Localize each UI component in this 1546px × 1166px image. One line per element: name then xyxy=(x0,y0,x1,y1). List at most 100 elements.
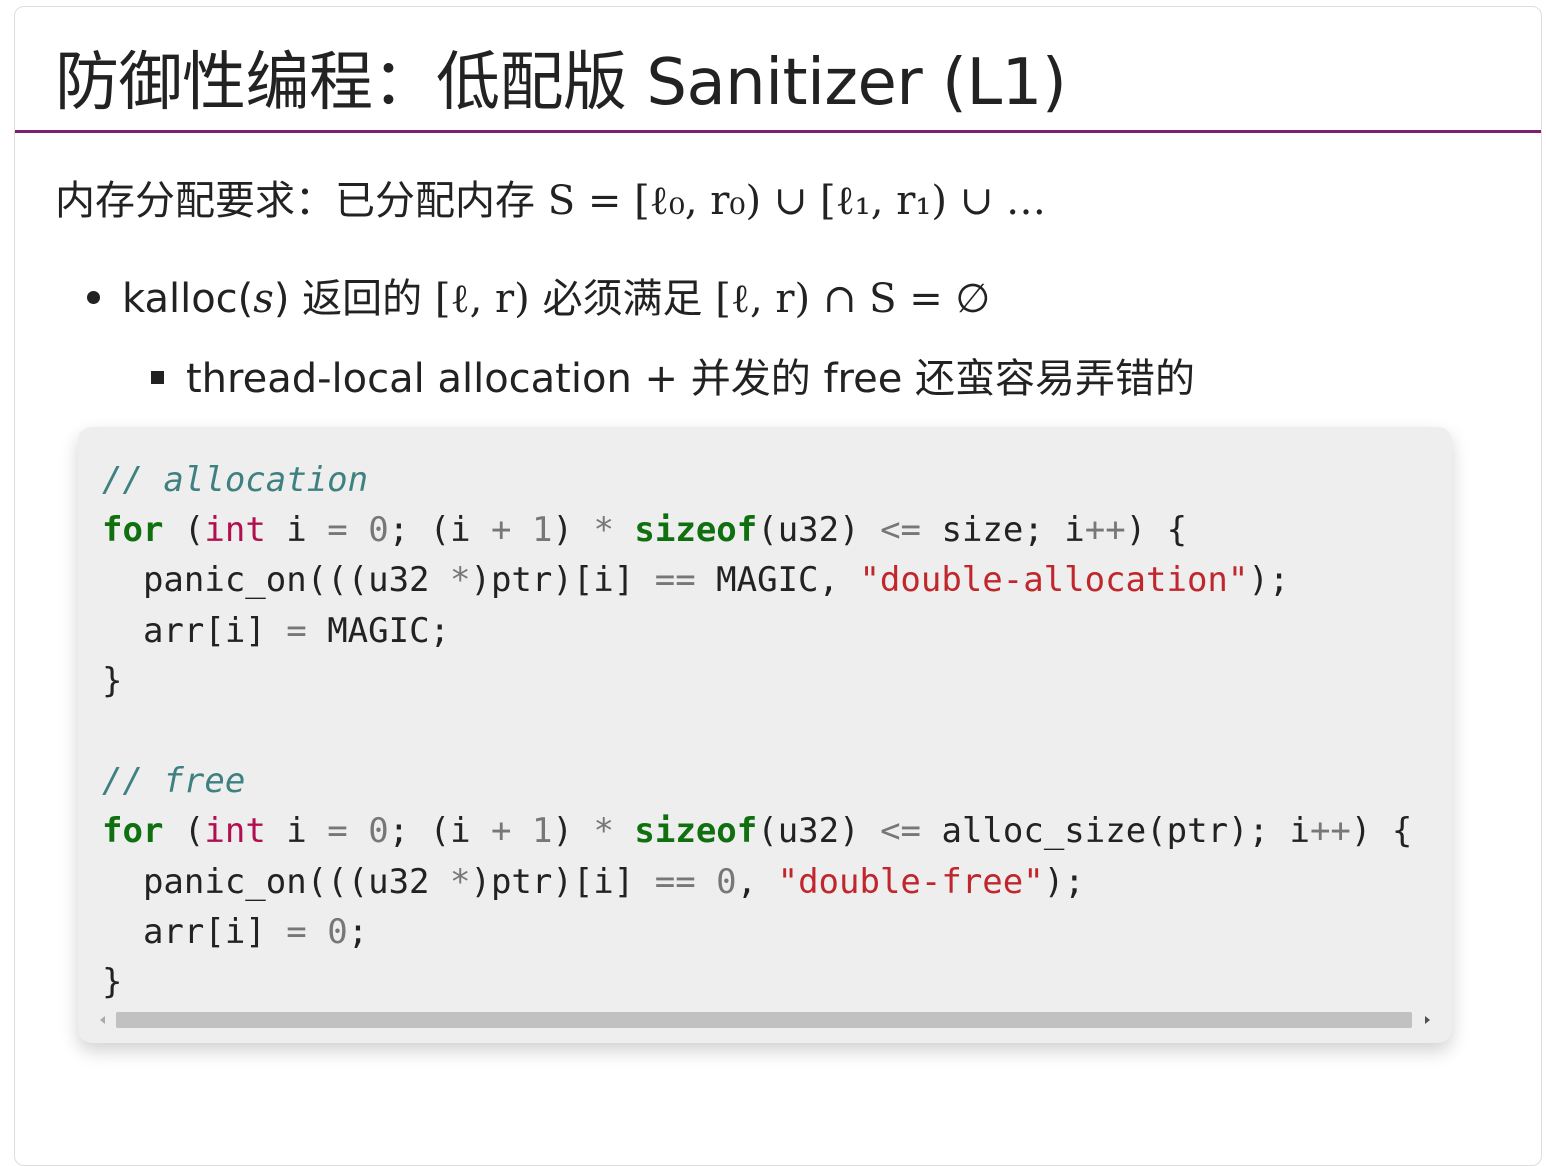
code-token: 1 xyxy=(532,510,553,551)
code-token: = xyxy=(286,911,307,952)
code-token: = xyxy=(327,811,348,852)
code-token: "double-allocation" xyxy=(859,560,1249,601)
code-token: <= xyxy=(880,510,922,551)
bullet-dot-icon xyxy=(87,290,100,304)
code-line: panic_on(((u32 *)ptr)[i] == 0, "double-f… xyxy=(102,857,1412,907)
bullet1-math1: [ℓ, r) xyxy=(434,276,530,322)
code-token: arr[i] xyxy=(102,911,287,952)
code-block[interactable]: // allocation for (int i = 0; (i + 1) * s… xyxy=(78,427,1452,1043)
code-token: (u32) xyxy=(757,811,881,852)
code-token: MAGIC; xyxy=(306,610,451,651)
code-token: 1 xyxy=(532,811,553,852)
bullet1-arg: s xyxy=(253,276,274,322)
code-token: for xyxy=(102,510,164,551)
code-line: arr[i] = MAGIC; xyxy=(102,606,1412,656)
code-token: ( xyxy=(163,510,205,551)
code-line: } xyxy=(102,656,1412,706)
code-token: == xyxy=(654,560,696,601)
code-token: ); xyxy=(1043,861,1085,902)
code-token: } xyxy=(102,961,123,1002)
code-token: "double-free" xyxy=(777,861,1044,902)
code-token: ; (i xyxy=(388,510,492,551)
code-line: // allocation xyxy=(102,455,1412,505)
code-token: ) { xyxy=(1350,811,1413,852)
code-token: )ptr)[i] xyxy=(470,560,655,601)
code-token: i xyxy=(265,510,328,551)
bullet-item-kalloc: kalloc(s) 返回的 [ℓ, r) 必须满足 [ℓ, r) ∩ S = ∅ xyxy=(87,269,990,329)
code-token: panic_on(((u32 xyxy=(102,861,450,902)
code-token: <= xyxy=(880,811,922,852)
code-token: + xyxy=(491,510,512,551)
code-token: int xyxy=(204,811,266,852)
code-token: alloc_size(ptr); i xyxy=(921,811,1310,852)
page-title: 防御性编程：低配版 Sanitizer (L1) xyxy=(55,46,1067,120)
code-line: for (int i = 0; (i + 1) * sizeof(u32) <=… xyxy=(102,505,1412,555)
code-token: ++ xyxy=(1084,510,1126,551)
code-line: panic_on(((u32 *)ptr)[i] == MAGIC, "doub… xyxy=(102,555,1412,605)
code-token: )ptr)[i] xyxy=(470,861,655,902)
code-token: * xyxy=(450,560,471,601)
sub-bullet-text: thread-local allocation + 并发的 free 还蛮容易弄… xyxy=(186,356,1196,402)
code-token: + xyxy=(491,811,512,852)
bullet1-pre: kalloc( xyxy=(122,276,254,322)
bullet1-mid2: 必须满足 xyxy=(529,276,716,322)
code-token: int xyxy=(204,510,266,551)
code-token: 0 xyxy=(327,911,348,952)
code-token: * xyxy=(450,861,471,902)
intro-line: 内存分配要求：已分配内存 S = [ℓ₀, r₀) ∪ [ℓ₁, r₁) ∪ … xyxy=(55,171,1046,231)
code-token: panic_on(((u32 xyxy=(102,560,450,601)
code-token: == xyxy=(654,861,696,902)
code-token: ; (i xyxy=(388,811,492,852)
code-line: } xyxy=(102,957,1412,1007)
code-token: 0 xyxy=(716,861,737,902)
sub-bullet-item: thread-local allocation + 并发的 free 还蛮容易弄… xyxy=(151,349,1195,409)
code-token: ) xyxy=(552,510,594,551)
code-line: for (int i = 0; (i + 1) * sizeof(u32) <=… xyxy=(102,806,1412,856)
triangle-right-icon[interactable] xyxy=(1425,1016,1430,1024)
bullet-square-icon xyxy=(151,370,164,384)
code-token: = xyxy=(286,610,307,651)
bullet1-mid1: ) 返回的 xyxy=(273,276,435,322)
code-token: for xyxy=(102,811,164,852)
code-token: , xyxy=(736,861,778,902)
horizontal-scrollbar[interactable] xyxy=(100,1010,1430,1030)
code-token: // free xyxy=(102,761,246,802)
code-token: 0 xyxy=(368,811,389,852)
intro-math: S = [ℓ₀, r₀) ∪ [ℓ₁, r₁) ∪ … xyxy=(547,178,1046,224)
code-token: sizeof xyxy=(634,510,758,551)
code-token: MAGIC, xyxy=(695,560,860,601)
code-token: arr[i] xyxy=(102,610,287,651)
code-token: // allocation xyxy=(102,460,369,500)
code-token: size; i xyxy=(921,510,1085,551)
code-token: ; xyxy=(347,911,369,952)
scrollbar-thumb[interactable] xyxy=(116,1012,1412,1028)
code-token: ( xyxy=(163,811,205,852)
code-line: arr[i] = 0; xyxy=(102,907,1412,957)
code-token: (u32) xyxy=(757,510,881,551)
title-divider xyxy=(15,130,1541,133)
code-line: // free xyxy=(102,756,1412,806)
code-token: = xyxy=(327,510,348,551)
code-content: // allocation for (int i = 0; (i + 1) * s… xyxy=(102,455,1412,1007)
bullet1-math2: [ℓ, r) ∩ S = ∅ xyxy=(715,276,991,322)
triangle-left-icon[interactable] xyxy=(100,1016,105,1024)
code-token: ) { xyxy=(1125,510,1188,551)
code-token: ) xyxy=(552,811,594,852)
code-token: } xyxy=(102,660,123,701)
code-token: * xyxy=(593,510,614,551)
code-token: i xyxy=(265,811,328,852)
intro-text: 内存分配要求：已分配内存 xyxy=(55,178,548,224)
code-token: ++ xyxy=(1309,811,1351,852)
code-token: * xyxy=(593,811,614,852)
code-token: 0 xyxy=(368,510,389,551)
code-token: ); xyxy=(1248,560,1290,601)
